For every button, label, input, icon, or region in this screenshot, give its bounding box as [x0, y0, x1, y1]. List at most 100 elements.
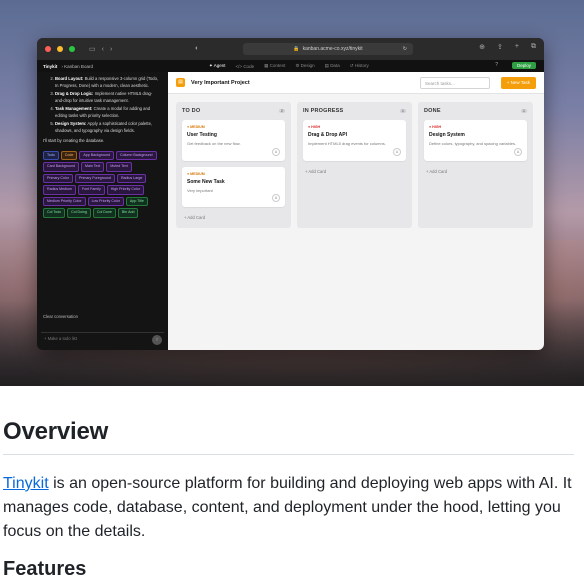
- browser-titlebar: ▭ ‹ › ◐ 🔒 kanban.acme-co.xyz/tinykit ↻ ⊕…: [37, 38, 544, 60]
- overview-text: is an open-source platform for building …: [3, 475, 572, 540]
- tab-design[interactable]: ⚙ Design: [295, 63, 314, 69]
- column-header: IN PROGRESS 1: [303, 108, 406, 114]
- plan-item-title: Design System:: [55, 121, 87, 126]
- field-chip[interactable]: Radius Large: [116, 173, 147, 184]
- browser-window: ▭ ‹ › ◐ 🔒 kanban.acme-co.xyz/tinykit ↻ ⊕…: [37, 38, 544, 350]
- tab-label: Data: [330, 63, 340, 68]
- kanban-column: DONE 1 ● HIGH Design System Define colors, t…: [418, 102, 533, 229]
- tabs-overview-icon[interactable]: ⧉: [531, 43, 536, 51]
- priority-badge: ● MEDIUM: [187, 171, 205, 176]
- search-input[interactable]: Search tasks...: [420, 77, 490, 89]
- back-icon[interactable]: ‹: [102, 46, 104, 53]
- send-icon[interactable]: ↑: [152, 335, 162, 345]
- field-chip[interactable]: Primary Color: [43, 173, 73, 184]
- project-header: ▤ Very Important Project Search tasks...…: [168, 72, 544, 94]
- forward-icon[interactable]: ›: [110, 46, 112, 53]
- tab-code[interactable]: </> Code: [236, 64, 255, 69]
- address-bar[interactable]: 🔒 kanban.acme-co.xyz/tinykit ↻: [243, 43, 413, 55]
- field-chip[interactable]: Font Family: [77, 185, 105, 195]
- breadcrumb[interactable]: Kanban Board: [64, 64, 93, 69]
- task-card[interactable]: ● MEDIUM User Testing Get feedback on the …: [182, 120, 285, 161]
- tab-content[interactable]: ▦ Content: [264, 63, 285, 69]
- card-title: Drag & Drop API: [308, 132, 347, 138]
- sidebar-toggle-icon[interactable]: ▭: [89, 46, 96, 53]
- user-avatar-icon[interactable]: A: [393, 147, 401, 156]
- plan-item: Design System: Apply a sophisticated col…: [55, 121, 160, 134]
- minimize-dot-icon[interactable]: [57, 46, 63, 52]
- priority-label: MEDIUM: [190, 171, 205, 176]
- kanban-board: TO DO 2 ● MEDIUM User Testing Get feedback o…: [176, 102, 533, 229]
- lock-icon: 🔒: [293, 46, 300, 52]
- column-title: DONE: [424, 108, 441, 114]
- column-count-badge: 2: [278, 109, 285, 113]
- field-chip[interactable]: Medium Priority Color: [43, 196, 86, 207]
- card-title: Some New Task: [187, 178, 225, 185]
- tab-label: Design: [300, 63, 315, 68]
- task-card[interactable]: ● HIGH Design System Define colors, typogr…: [424, 120, 527, 161]
- user-avatar-icon[interactable]: A: [514, 147, 522, 156]
- priority-badge: ● MEDIUM: [187, 125, 205, 129]
- user-avatar-icon[interactable]: A: [272, 147, 280, 156]
- help-icon[interactable]: ?: [495, 62, 498, 68]
- field-chip[interactable]: Primary Foreground: [74, 173, 115, 184]
- task-card[interactable]: ● MEDIUM Some New Task Very important A: [182, 166, 285, 208]
- deploy-button[interactable]: Deploy: [511, 62, 536, 69]
- field-chip[interactable]: Btn Add: [117, 208, 139, 218]
- agent-chat-panel: Board Layout: Build a responsive 3-colum…: [37, 72, 168, 350]
- reload-icon[interactable]: ↻: [403, 46, 407, 52]
- download-icon[interactable]: ⊕: [479, 43, 485, 51]
- tab-label: History: [354, 63, 369, 68]
- card-title: User Testing: [187, 132, 217, 138]
- task-card[interactable]: ● HIGH Drag & Drop API Implement HTML5 dra…: [303, 120, 406, 161]
- priority-label: HIGH: [432, 125, 442, 129]
- field-chip[interactable]: App Title: [125, 196, 148, 207]
- plan-item: Board Layout: Build a responsive 3-colum…: [55, 76, 160, 89]
- chat-input-placeholder: Make a todo list: [47, 336, 77, 342]
- project-title: Very Important Project: [191, 79, 250, 86]
- field-chip[interactable]: Col Todo: [43, 208, 66, 218]
- field-chip[interactable]: Column Background: [115, 150, 157, 161]
- shield-icon[interactable]: ◐: [195, 45, 199, 52]
- maximize-dot-icon[interactable]: [69, 46, 75, 52]
- field-chip[interactable]: Muted Text: [106, 162, 132, 172]
- add-card-button[interactable]: + Add Card: [424, 167, 527, 178]
- field-chip[interactable]: Todo: [43, 150, 59, 161]
- chat-message: I'll start by creating the database.: [43, 138, 105, 143]
- new-tab-icon[interactable]: +: [515, 43, 519, 51]
- tab-label: Content: [269, 63, 286, 68]
- column-count-badge: 1: [399, 109, 406, 113]
- priority-label: HIGH: [311, 125, 321, 129]
- overview-paragraph: Tinykit is an open-source platform for b…: [3, 472, 574, 544]
- plan-item-title: Drag & Drop Logic:: [55, 91, 94, 96]
- tinykit-link[interactable]: Tinykit: [3, 475, 49, 492]
- add-card-button[interactable]: + Add Card: [182, 213, 285, 224]
- field-chip[interactable]: Code: [60, 150, 78, 161]
- field-chip[interactable]: App Background: [79, 150, 114, 161]
- field-chip[interactable]: Card Background: [43, 162, 79, 172]
- app-brand[interactable]: Tinykit: [43, 64, 57, 69]
- close-dot-icon[interactable]: [45, 46, 51, 52]
- new-task-button[interactable]: + New Task: [500, 77, 536, 89]
- field-chip[interactable]: Low Priority Color: [87, 196, 124, 207]
- column-title: IN PROGRESS: [303, 108, 344, 114]
- column-header: DONE 1: [424, 108, 527, 114]
- plan-item-title: Board Layout:: [55, 76, 84, 81]
- kanban-column: IN PROGRESS 1 ● HIGH Drag & Drop API Impleme…: [297, 102, 412, 229]
- app-header: Tinykit › Kanban Board ✦ Agent </> Code ▦ …: [37, 60, 544, 72]
- priority-badge: ● HIGH: [429, 125, 442, 129]
- add-card-button[interactable]: + Add Card: [303, 167, 406, 178]
- tab-history[interactable]: ↺ History: [350, 63, 369, 69]
- field-chip[interactable]: Col Doing: [67, 208, 91, 218]
- clear-conversation-link[interactable]: Clear conversation: [43, 314, 78, 321]
- field-chip[interactable]: Col Done: [92, 208, 116, 218]
- project-icon: ▤: [176, 78, 185, 87]
- tab-agent[interactable]: ✦ Agent: [209, 63, 226, 69]
- share-icon[interactable]: ⇪: [497, 43, 503, 51]
- chat-input[interactable]: + Make a todo list ↑: [41, 332, 164, 346]
- field-chip[interactable]: Main Text: [80, 162, 105, 172]
- tab-data[interactable]: ▤ Data: [325, 63, 340, 69]
- field-chip[interactable]: High Priority Color: [106, 185, 144, 195]
- column-header: TO DO 2: [182, 108, 285, 114]
- field-chip[interactable]: Radius Medium: [43, 185, 76, 195]
- priority-badge: ● HIGH: [308, 125, 321, 129]
